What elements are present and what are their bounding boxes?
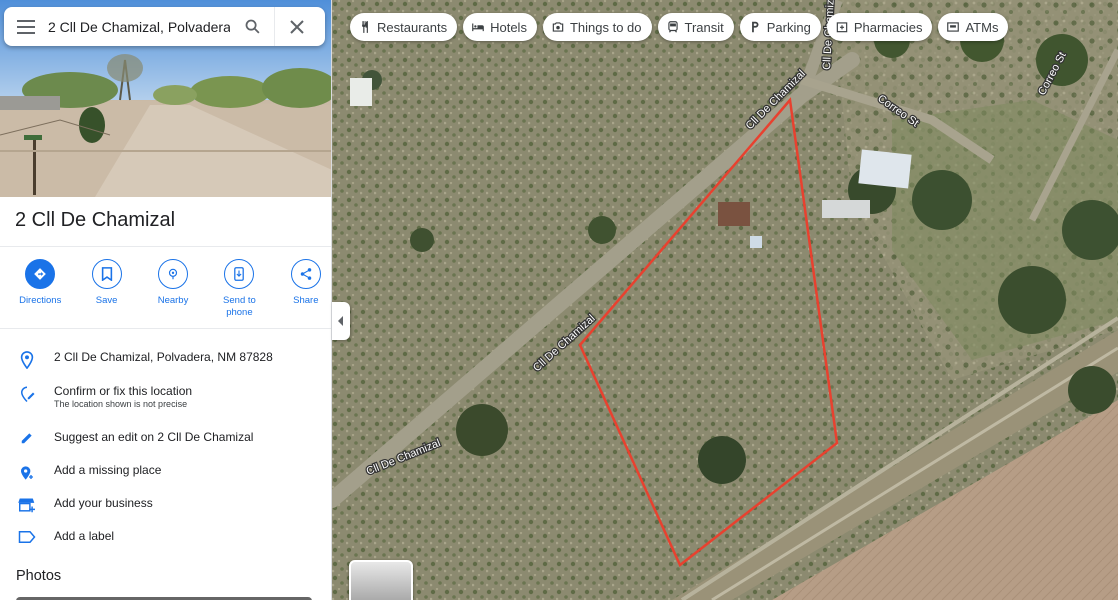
chip-restaurants[interactable]: Restaurants bbox=[350, 13, 458, 41]
place-panel: 2 Cll De Chamizal Directions Save Nearby… bbox=[0, 0, 332, 600]
directions-button[interactable]: Directions bbox=[14, 259, 66, 319]
bookmark-icon bbox=[101, 267, 112, 281]
category-chips: Restaurants Hotels Things to do Transit … bbox=[350, 13, 1009, 41]
address-row[interactable]: 2 Cll De Chamizal, Polvadera, NM 87828 bbox=[0, 350, 331, 369]
parking-icon bbox=[751, 21, 759, 33]
menu-button[interactable] bbox=[4, 7, 48, 46]
chip-pharmacies[interactable]: Pharmacies bbox=[826, 13, 933, 41]
confirm-location-text: Confirm or fix this location bbox=[54, 384, 193, 398]
add-label-text: Add a label bbox=[54, 529, 115, 543]
train-icon bbox=[667, 21, 678, 33]
search-icon bbox=[245, 19, 260, 34]
add-missing-place-row[interactable]: Add a missing place bbox=[0, 463, 331, 482]
add-business-icon bbox=[18, 498, 35, 513]
add-business-row[interactable]: Add your business bbox=[0, 496, 331, 513]
send-to-phone-button[interactable]: Send to phone bbox=[213, 259, 265, 319]
suggest-edit-row[interactable]: Suggest an edit on 2 Cll De Chamizal bbox=[0, 430, 331, 445]
confirm-location-row[interactable]: Confirm or fix this location The locatio… bbox=[0, 384, 331, 409]
search-button[interactable] bbox=[230, 7, 274, 46]
layers-toggle[interactable] bbox=[349, 560, 413, 600]
label-icon bbox=[18, 531, 36, 543]
action-buttons: Directions Save Nearby Send to phone Sha… bbox=[0, 259, 331, 319]
satellite-map[interactable]: Cll De Chamizal Cll De Chamizal Cll De C… bbox=[332, 0, 1118, 600]
add-label-row[interactable]: Add a label bbox=[0, 529, 331, 544]
close-button[interactable] bbox=[274, 7, 318, 46]
atm-icon bbox=[947, 22, 960, 32]
chip-things-to-do[interactable]: Things to do bbox=[542, 13, 652, 41]
divider bbox=[0, 246, 331, 247]
search-box bbox=[4, 7, 325, 46]
location-pin-icon bbox=[20, 351, 34, 369]
add-business-text: Add your business bbox=[54, 496, 153, 510]
camera-icon bbox=[552, 22, 564, 32]
pencil-icon bbox=[21, 433, 32, 444]
collapse-arrow-icon bbox=[338, 316, 343, 326]
close-icon bbox=[289, 19, 304, 34]
chip-parking[interactable]: Parking bbox=[739, 13, 821, 41]
edit-location-icon bbox=[20, 386, 35, 403]
collapse-panel-button[interactable] bbox=[332, 302, 350, 340]
send-to-phone-icon bbox=[234, 267, 245, 281]
add-missing-place-text: Add a missing place bbox=[54, 463, 162, 477]
divider bbox=[0, 328, 331, 329]
search-input[interactable] bbox=[48, 18, 230, 35]
nearby-icon bbox=[168, 268, 178, 280]
add-place-icon bbox=[21, 466, 33, 480]
photos-heading: Photos bbox=[16, 568, 62, 584]
bed-icon bbox=[472, 23, 484, 32]
place-title: 2 Cll De Chamizal bbox=[15, 209, 176, 231]
chip-atms[interactable]: ATMs bbox=[938, 13, 1009, 41]
share-icon bbox=[300, 268, 312, 280]
chip-hotels[interactable]: Hotels bbox=[463, 13, 537, 41]
pharmacy-icon bbox=[836, 22, 848, 33]
suggest-edit-text: Suggest an edit on 2 Cll De Chamizal bbox=[54, 430, 254, 444]
fork-knife-icon bbox=[362, 21, 368, 33]
satellite-imagery: Cll De Chamizal Cll De Chamizal Cll De C… bbox=[332, 0, 1118, 600]
confirm-location-subtext: The location shown is not precise bbox=[54, 399, 188, 409]
chip-transit[interactable]: Transit bbox=[657, 13, 734, 41]
share-button[interactable]: Share bbox=[280, 259, 331, 319]
nearby-button[interactable]: Nearby bbox=[147, 259, 199, 319]
directions-icon bbox=[34, 268, 47, 280]
address-text: 2 Cll De Chamizal, Polvadera, NM 87828 bbox=[54, 350, 273, 364]
save-button[interactable]: Save bbox=[80, 259, 132, 319]
hamburger-menu-icon bbox=[17, 19, 35, 34]
